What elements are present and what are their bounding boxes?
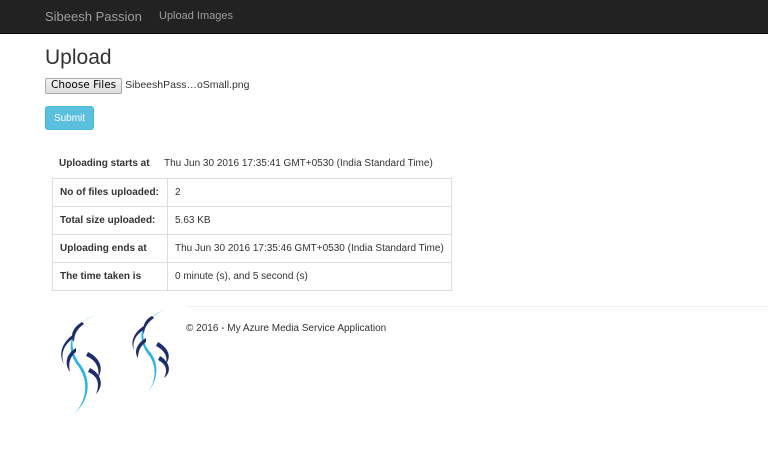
upload-start-label: Uploading starts at xyxy=(59,158,150,169)
file-input[interactable]: Choose Files SibeeshPass…oSmall.png xyxy=(45,78,250,94)
table-row: Uploading ends at Thu Jun 30 2016 17:35:… xyxy=(52,234,452,263)
time-taken-label: The time taken is xyxy=(52,262,168,291)
submit-button[interactable]: Submit xyxy=(45,106,94,130)
footer-copyright: © 2016 - My Azure Media Service Applicat… xyxy=(186,323,387,334)
top-navbar: Sibeesh Passion Upload Images xyxy=(0,0,768,34)
table-row: The time taken is 0 minute (s), and 5 se… xyxy=(52,262,452,291)
total-size-label: Total size uploaded: xyxy=(52,206,168,235)
sibeesh-passion-logo-icon xyxy=(132,310,169,394)
table-row: No of files uploaded: 2 xyxy=(52,178,452,207)
total-size-value: 5.63 KB xyxy=(167,206,452,235)
nav-link-upload-images[interactable]: Upload Images xyxy=(159,10,233,22)
upload-start-value: Thu Jun 30 2016 17:35:41 GMT+0530 (India… xyxy=(164,158,433,169)
upload-end-label: Uploading ends at xyxy=(52,234,168,263)
brand-link[interactable]: Sibeesh Passion xyxy=(45,9,142,24)
upload-end-value: Thu Jun 30 2016 17:35:46 GMT+0530 (India… xyxy=(167,234,452,263)
upload-start-row: Uploading starts at Thu Jun 30 2016 17:3… xyxy=(52,152,452,176)
time-taken-value: 0 minute (s), and 5 second (s) xyxy=(167,262,452,291)
selected-file-name: SibeeshPass…oSmall.png xyxy=(125,79,250,91)
choose-files-button[interactable]: Choose Files xyxy=(45,78,123,94)
upload-results-table: No of files uploaded: 2 Total size uploa… xyxy=(52,178,452,291)
sibeesh-passion-logo-icon xyxy=(61,314,101,414)
page-title: Upload xyxy=(45,46,112,69)
files-uploaded-value: 2 xyxy=(167,178,452,207)
footer-divider xyxy=(186,306,768,307)
files-uploaded-label: No of files uploaded: xyxy=(52,178,168,207)
table-row: Total size uploaded: 5.63 KB xyxy=(52,206,452,235)
